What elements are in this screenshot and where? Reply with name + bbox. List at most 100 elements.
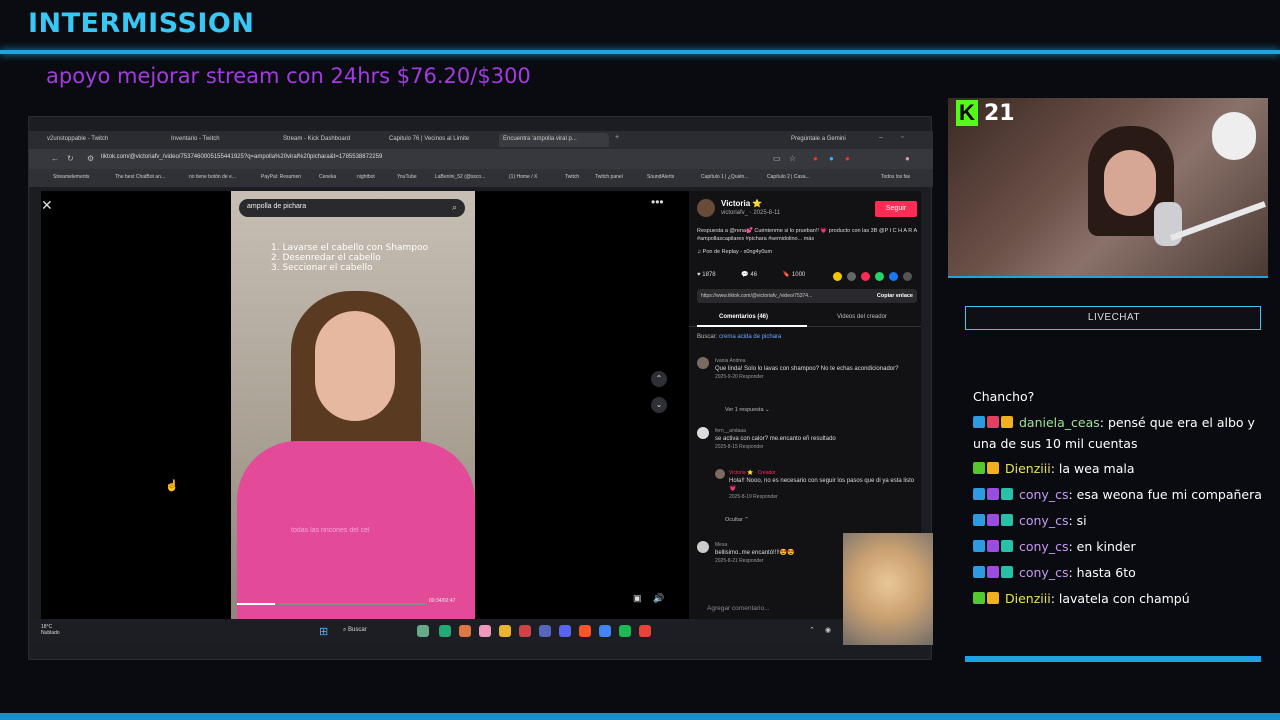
whatsapp-icon[interactable] — [875, 272, 884, 281]
chat-username[interactable]: Dienziii — [1005, 591, 1051, 606]
bookmark-item[interactable]: Twitch — [565, 174, 579, 180]
send-icon[interactable] — [861, 272, 870, 281]
close-icon[interactable]: ✕ — [41, 197, 53, 214]
bookmark-item[interactable]: The best ChatBot an... — [115, 174, 165, 180]
video-progress-bar[interactable] — [237, 603, 427, 605]
save-count[interactable]: 🔖 1000 — [783, 272, 818, 278]
url-field[interactable]: tiktok.com/@victoriafv_/video/7537460005… — [101, 154, 382, 160]
commenter-name[interactable]: Victoria ⭐ · Creador — [729, 469, 915, 477]
extension-icon[interactable]: ● — [813, 154, 818, 163]
commenter-name[interactable]: Ivania Andrea — [715, 357, 921, 365]
like-count[interactable]: ♥ 1878 — [697, 272, 728, 278]
bookmark-item[interactable]: no tiene botón de e... — [189, 174, 236, 180]
tray-chevron-icon[interactable]: ⌃ — [809, 626, 815, 634]
chat-username[interactable]: cony_cs — [1019, 513, 1068, 528]
bookmark-item[interactable]: Twitch panel — [595, 174, 623, 180]
profile-avatar-icon[interactable]: ● — [905, 154, 910, 163]
copilot-icon[interactable] — [459, 625, 471, 637]
share-more-icon[interactable] — [903, 272, 912, 281]
windows-start-icon[interactable]: ⊞ — [319, 625, 328, 638]
chat-username[interactable]: cony_cs — [1019, 565, 1068, 580]
file-explorer-icon[interactable] — [499, 625, 511, 637]
commenter-name[interactable]: fern__andaaa — [715, 427, 921, 435]
bookmark-item[interactable]: Capítulo 1 | ¿Quién... — [701, 174, 748, 180]
comment-meta[interactable]: 2025-9-20 Responder — [715, 373, 921, 381]
tab-tiktok[interactable]: Encuentra 'ampolla viral p... — [499, 133, 609, 147]
pip-icon[interactable]: ▣ — [633, 593, 642, 604]
widgets-icon[interactable] — [417, 625, 429, 637]
bookmark-item[interactable]: (1) Home / X — [509, 174, 537, 180]
commenter-avatar[interactable] — [697, 541, 709, 553]
tab-kick-dashboard[interactable]: Stream - Kick Dashboard — [279, 133, 383, 147]
author-name[interactable]: Victoria ⭐ — [721, 199, 762, 208]
back-icon[interactable]: ← — [51, 154, 59, 163]
embed-icon[interactable] — [847, 272, 856, 281]
chat-username[interactable]: cony_cs — [1019, 487, 1068, 502]
app-icon[interactable] — [519, 625, 531, 637]
more-options-icon[interactable]: ••• — [651, 195, 664, 209]
app-icon[interactable] — [479, 625, 491, 637]
volume-icon[interactable]: 🔊 — [653, 593, 664, 604]
bookmark-star-icon[interactable]: ☆ — [789, 154, 796, 163]
extension-icon[interactable]: ● — [829, 154, 834, 163]
bookmark-item[interactable]: SoundAlerts — [647, 174, 674, 180]
app-icon[interactable] — [539, 625, 551, 637]
video-player[interactable]: ampolla de pichara ⌕ 1. Lavarse el cabel… — [231, 191, 475, 621]
comment-meta[interactable]: 2025-8-19 Responder — [729, 493, 915, 501]
chrome-icon[interactable] — [639, 625, 651, 637]
bookmark-item[interactable]: YouTube — [397, 174, 417, 180]
chat-username[interactable]: cony_cs — [1019, 539, 1068, 554]
tab-twitch-stream[interactable]: v2unstoppable - Twitch — [43, 133, 155, 147]
video-music[interactable]: ♫ Pon de Replay - s0ng4y0um — [697, 249, 772, 255]
bookmark-item[interactable]: nightbot — [357, 174, 375, 180]
bookmark-item[interactable]: Todos los fav — [881, 174, 910, 180]
tab-comments[interactable]: Comentarios (46) — [719, 314, 768, 320]
brave-icon[interactable] — [579, 625, 591, 637]
buscar-query[interactable]: crema acida de pichara — [719, 334, 781, 340]
follow-button[interactable]: Seguir — [875, 201, 917, 217]
taskbar-search[interactable]: ⌕ Buscar — [339, 625, 409, 637]
new-tab-icon[interactable]: + — [615, 134, 619, 141]
bookmark-item[interactable]: Capítulo 2 | Casa... — [767, 174, 810, 180]
commenter-avatar[interactable] — [697, 427, 709, 439]
extension-icon[interactable]: ● — [845, 154, 850, 163]
bookmark-item[interactable]: Ceneka — [319, 174, 336, 180]
spotify-icon[interactable] — [619, 625, 631, 637]
video-link-field[interactable]: https://www.tiktok.com/@victoriafv_/vide… — [697, 289, 917, 303]
chat-username[interactable]: daniela_ceas — [1019, 415, 1100, 430]
search-icon[interactable]: ⌕ — [452, 202, 457, 213]
gemini-button[interactable]: Pregúntale a Gemini — [787, 133, 867, 147]
view-replies-button[interactable]: Ver 1 respuesta ⌄ — [725, 407, 770, 413]
bookmark-item[interactable]: Streamelements — [53, 174, 89, 180]
next-video-button[interactable]: ⌄ — [651, 397, 667, 413]
bookmark-item[interactable]: LaBenini_52 (@ssco... — [435, 174, 485, 180]
comment-meta[interactable]: 2025-8-15 Responder — [715, 443, 921, 451]
comment-count[interactable]: 💬 46 — [741, 272, 769, 278]
chrome-icon[interactable] — [599, 625, 611, 637]
discord-icon[interactable] — [559, 625, 571, 637]
previous-video-button[interactable]: ⌃ — [651, 371, 667, 387]
weather-widget[interactable]: 18°C Nublado — [41, 624, 60, 636]
add-comment-input[interactable]: Agregar comentario... — [697, 601, 857, 617]
tab-twitch-inventory[interactable]: Inventario - Twitch — [167, 133, 271, 147]
copy-link-button[interactable]: Copiar enlace — [877, 293, 913, 299]
chat-username[interactable]: Dienziii — [1005, 461, 1051, 476]
site-info-icon[interactable]: ⚙ — [87, 154, 94, 163]
creator-avatar[interactable] — [715, 469, 725, 479]
author-avatar[interactable] — [697, 199, 715, 217]
search-input[interactable]: ampolla de pichara ⌕ — [239, 199, 465, 217]
restore-icon[interactable]: ▫ — [901, 134, 903, 141]
minimize-icon[interactable]: – — [879, 134, 883, 141]
search-suggestion[interactable]: Buscar: crema acida de pichara — [697, 334, 781, 340]
share-icon[interactable] — [833, 272, 842, 281]
edge-icon[interactable] — [439, 625, 451, 637]
commenter-avatar[interactable] — [697, 357, 709, 369]
tray-app-icon[interactable]: ◉ — [825, 626, 831, 634]
reload-icon[interactable]: ↻ — [67, 154, 74, 163]
facebook-icon[interactable] — [889, 272, 898, 281]
cast-icon[interactable]: ▭ — [773, 154, 781, 163]
tab-creator-videos[interactable]: Videos del creador — [837, 314, 887, 320]
tab-vecinos[interactable]: Capitulo 76 | Vecinos al Limite — [385, 133, 495, 147]
bookmark-item[interactable]: PayPal: Resumen — [261, 174, 301, 180]
hide-replies-button[interactable]: Ocultar ⌃ — [725, 517, 749, 523]
